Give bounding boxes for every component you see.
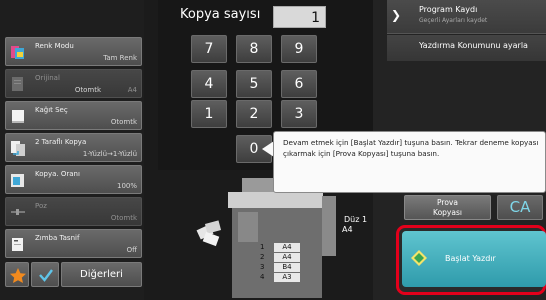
tray-number: 4 xyxy=(260,273,265,281)
favorites-button[interactable] xyxy=(5,262,29,287)
program-subtitle: Geçerli Ayarları kaydet xyxy=(419,17,488,24)
setting-label: Poz xyxy=(35,202,47,210)
setting-paper-select[interactable]: Kağıt Seç Otomtk xyxy=(5,101,142,130)
color-mode-icon xyxy=(11,46,24,59)
setting-label: 2 Taraflı Kopya xyxy=(35,138,87,146)
clear-all-button[interactable]: CA xyxy=(497,195,543,220)
setting-exposure[interactable]: Poz Otomtk xyxy=(5,197,142,226)
key-7[interactable]: 7 xyxy=(191,35,227,63)
setting-value: 1-Yüzlü→1-Yüzlü xyxy=(82,150,137,158)
setting-copy-ratio[interactable]: Kopya. Oranı 100% xyxy=(5,165,142,194)
others-button[interactable]: Diğerleri xyxy=(61,262,142,287)
original-icon xyxy=(12,77,23,91)
key-9[interactable]: 9 xyxy=(281,35,317,63)
setting-label: Zımba Tasnif xyxy=(35,234,80,242)
duplex-copy-icon xyxy=(11,141,25,156)
paper-select-icon xyxy=(12,110,24,123)
setting-original[interactable]: Orijinal Otomtk A4 xyxy=(5,69,142,98)
tray-row: 3 B4 xyxy=(258,263,310,272)
setting-value: 100% xyxy=(116,182,137,190)
key-4[interactable]: 4 xyxy=(191,70,227,98)
original-size: A4 xyxy=(342,225,353,234)
key-8[interactable]: 8 xyxy=(236,35,272,63)
setting-label: Renk Modu xyxy=(35,42,74,50)
setting-duplex-copy[interactable]: 2 Taraflı Kopya 1-Yüzlü→1-Yüzlü xyxy=(5,133,142,162)
tray-number: 1 xyxy=(260,243,265,251)
check-settings-button[interactable] xyxy=(31,262,59,287)
setting-value: Otomtk xyxy=(110,214,137,222)
tray-size: A3 xyxy=(274,273,300,282)
tray-size: A4 xyxy=(274,253,300,262)
key-6[interactable]: 6 xyxy=(281,70,317,98)
output-paper-icon xyxy=(196,220,222,247)
exposure-icon xyxy=(11,209,25,215)
print-location-label: Yazdırma Konumunu ayarla xyxy=(419,41,528,50)
bottom-toolbar: Diğerleri xyxy=(5,262,142,287)
copy-count-label: Kopya sayısı xyxy=(180,7,261,22)
setting-value: Otomtk xyxy=(110,118,137,126)
tray-size: B4 xyxy=(274,263,300,272)
start-print-label: Başlat Yazdır xyxy=(445,254,496,263)
setting-label: Kağıt Seç xyxy=(35,106,68,114)
key-1[interactable]: 1 xyxy=(191,100,227,128)
tray-number: 3 xyxy=(260,263,265,271)
tray-number: 2 xyxy=(260,253,265,261)
key-3[interactable]: 3 xyxy=(281,100,317,128)
setting-value: Off xyxy=(126,246,137,254)
tooltip-text: Devam etmek için [Başlat Yazdır] tuşuna … xyxy=(283,138,539,158)
program-title: Program Kaydı xyxy=(419,5,478,14)
tray-size: A4 xyxy=(274,243,300,252)
original-label: Düz 1 xyxy=(344,215,368,224)
check-icon xyxy=(39,269,53,282)
setting-value-mode: Otomtk xyxy=(74,86,101,94)
original-status: Düz 1 A4 xyxy=(342,215,367,235)
setting-staple-sort[interactable]: Zımba Tasnif Off xyxy=(5,229,142,258)
key-5[interactable]: 5 xyxy=(236,70,272,98)
proof-label-line1: Prova xyxy=(437,198,458,207)
key-2[interactable]: 2 xyxy=(236,100,272,128)
star-icon xyxy=(10,268,26,283)
chevron-right-icon: ❯ xyxy=(391,8,402,22)
setting-value: A4 xyxy=(127,86,137,94)
setting-value: Tam Renk xyxy=(103,54,137,62)
setting-color-mode[interactable]: Renk Modu Tam Renk xyxy=(5,37,142,66)
tray-row: 2 A4 xyxy=(258,253,310,262)
copy-ratio-icon xyxy=(11,174,24,187)
start-diamond-icon xyxy=(411,250,427,266)
setting-label: Orijinal xyxy=(35,74,60,82)
proof-copy-button[interactable]: Prova Kopyası xyxy=(404,195,491,220)
staple-sort-icon xyxy=(12,238,23,251)
setting-label: Kopya. Oranı xyxy=(35,170,80,178)
copy-count-display[interactable]: 1 xyxy=(273,6,326,28)
tray-row: 1 A4 xyxy=(258,243,310,252)
settings-panel: Renk Modu Tam Renk Orijinal Otomtk A4 Ka… xyxy=(0,0,144,300)
tray-row: 4 A3 xyxy=(258,273,310,282)
proof-label-line2: Kopyası xyxy=(433,208,462,217)
